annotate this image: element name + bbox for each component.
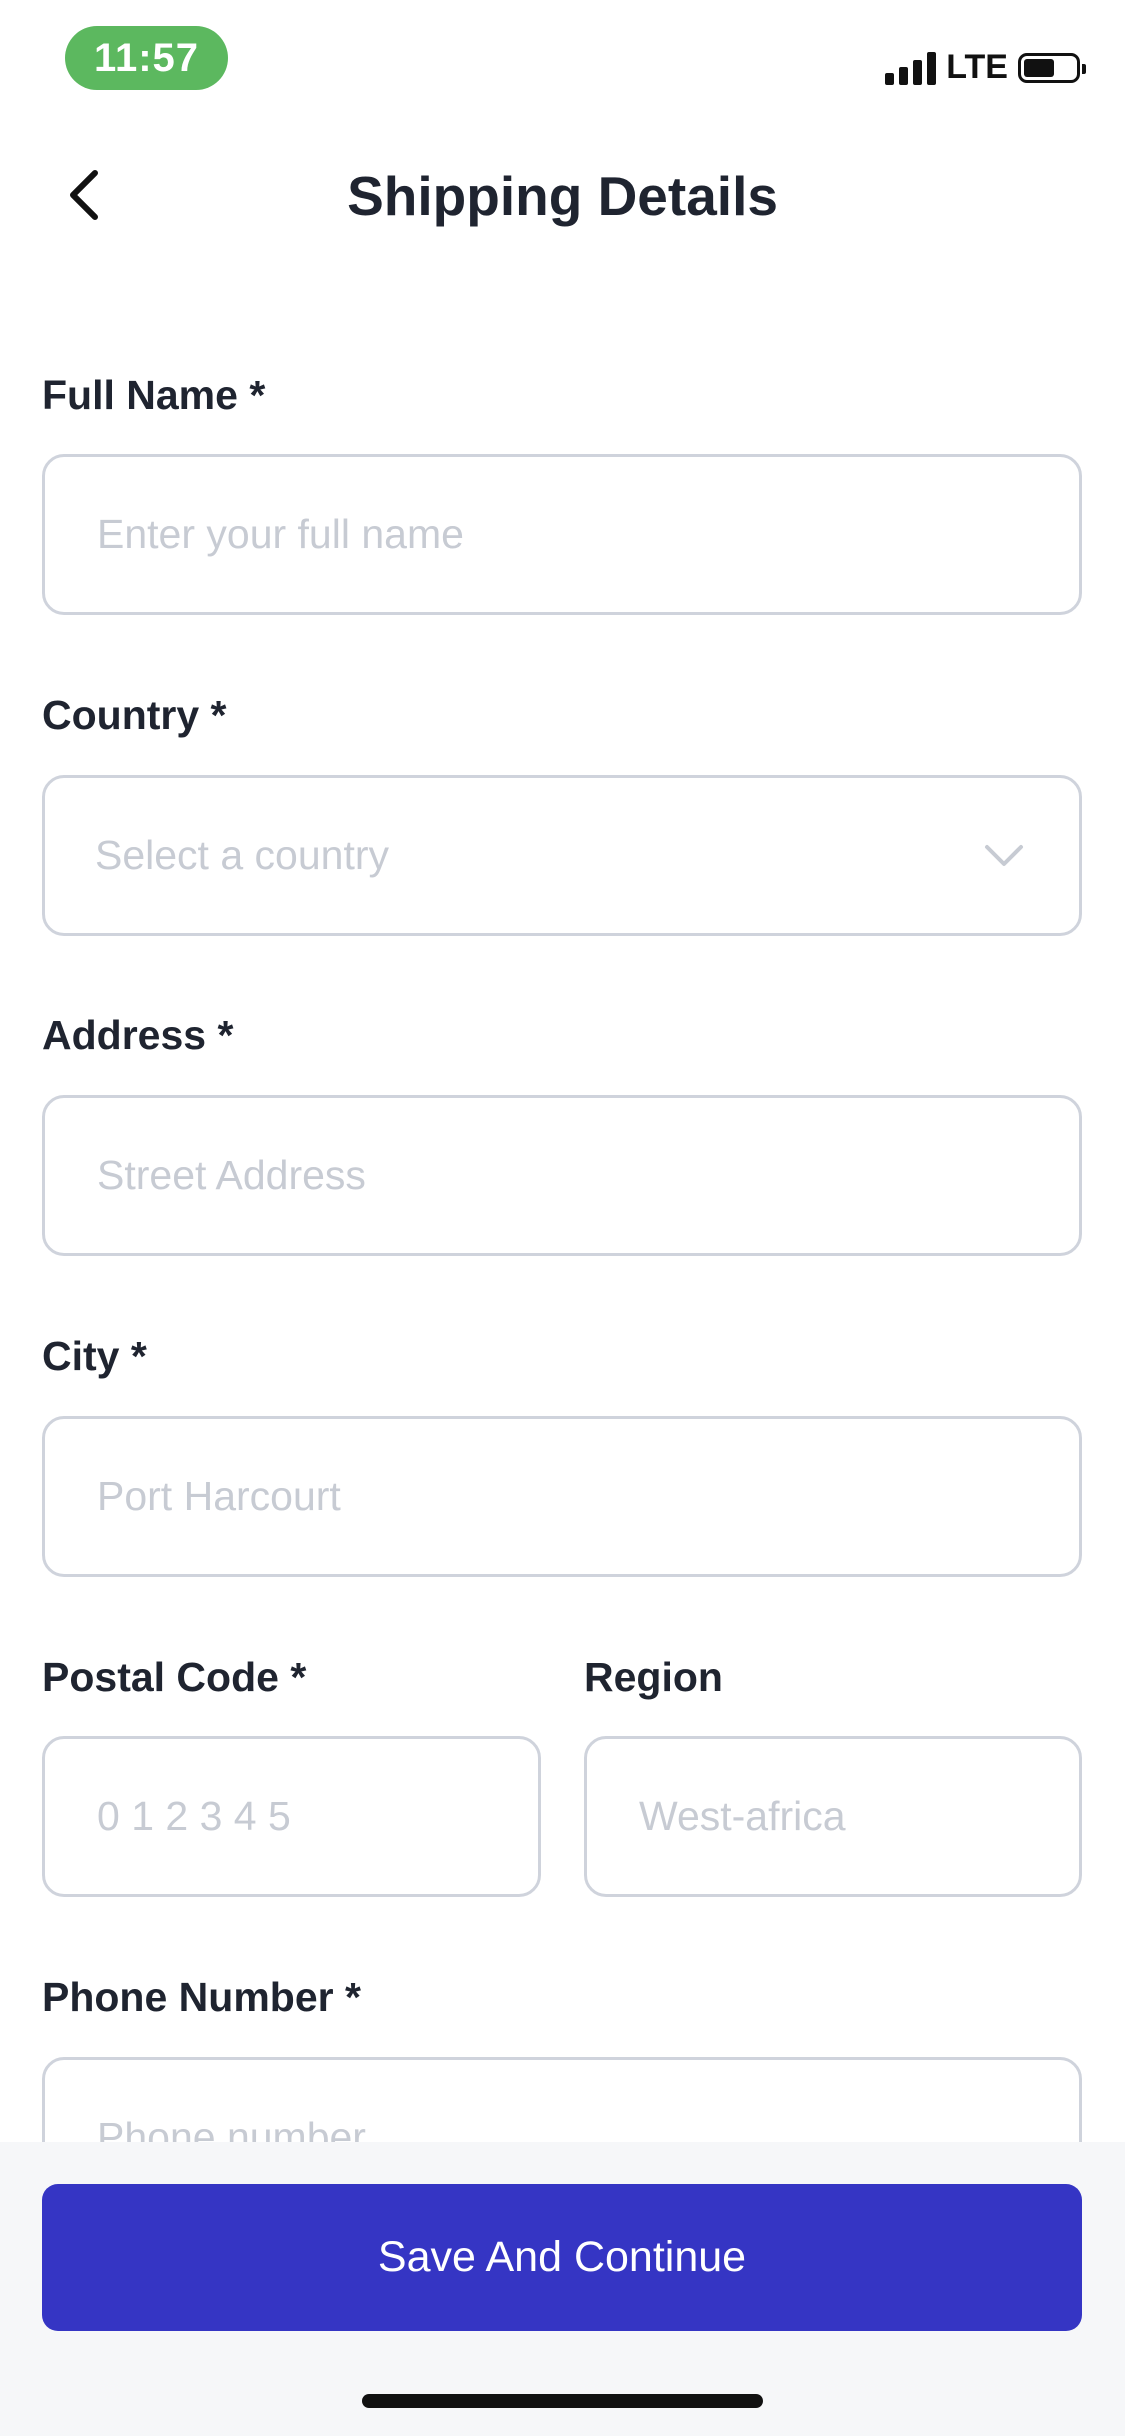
dropdown-chevron-icon <box>985 844 1023 866</box>
status-indicators: LTE <box>885 48 1086 87</box>
signal-icon <box>885 51 937 85</box>
page-title: Shipping Details <box>347 165 778 227</box>
country-label: Country * <box>42 692 227 738</box>
save-and-continue-button[interactable]: Save And Continue <box>42 2184 1082 2331</box>
full-name-label: Full Name * <box>42 372 266 418</box>
phone-label: Phone Number * <box>42 1974 361 2020</box>
region-label: Region <box>584 1654 723 1700</box>
address-label: Address * <box>42 1012 234 1058</box>
battery-icon <box>1018 52 1086 83</box>
postal-code-field[interactable] <box>42 1736 541 1897</box>
city-input[interactable] <box>95 1472 1079 1521</box>
postal-code-label: Postal Code * <box>42 1654 307 1700</box>
full-name-field[interactable] <box>42 454 1082 615</box>
country-placeholder: Select a country <box>95 832 389 878</box>
country-select[interactable]: Select a country <box>42 775 1082 936</box>
address-input[interactable] <box>95 1151 1079 1200</box>
region-field[interactable] <box>584 1736 1082 1897</box>
city-field[interactable] <box>42 1416 1082 1577</box>
city-label: City * <box>42 1333 147 1379</box>
postal-code-input[interactable] <box>95 1792 538 1841</box>
status-time: 11:57 <box>65 26 228 90</box>
home-indicator <box>362 2394 763 2408</box>
address-field[interactable] <box>42 1095 1082 1256</box>
region-input[interactable] <box>637 1792 1079 1841</box>
network-type: LTE <box>946 48 1008 86</box>
full-name-input[interactable] <box>95 510 1079 559</box>
